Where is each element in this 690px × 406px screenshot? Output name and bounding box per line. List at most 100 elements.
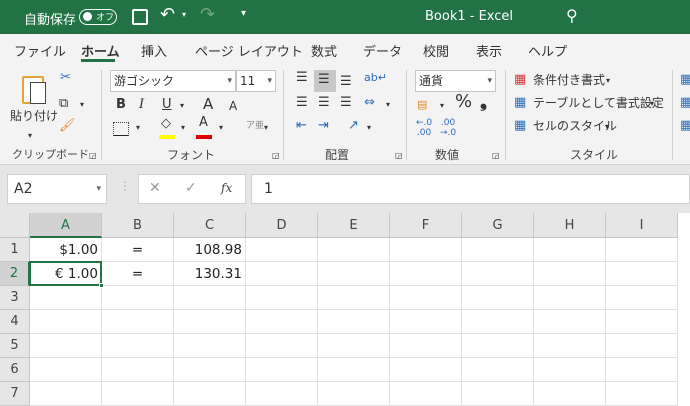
number-format-dropdown[interactable]: 通貨 ▾ xyxy=(415,70,496,92)
fill-color-icon[interactable]: ◇ xyxy=(161,114,171,134)
font-size-dropdown[interactable]: 11 ▾ xyxy=(236,70,276,92)
bold-button[interactable]: B xyxy=(116,95,126,115)
cell-B2[interactable]: = xyxy=(102,262,174,286)
merge-dropdown-icon[interactable]: ▾ xyxy=(386,95,390,115)
cell-A2[interactable]: € 1.00 xyxy=(30,262,102,286)
tab-page-layout[interactable]: ページ レイアウト xyxy=(195,41,303,60)
align-left-icon[interactable]: ☰ xyxy=(296,93,308,113)
tab-help[interactable]: ヘルプ xyxy=(528,41,567,60)
align-middle-icon[interactable]: ☰ xyxy=(318,70,330,90)
undo-dropdown-icon[interactable]: ▾ xyxy=(182,10,186,19)
cell-C1[interactable]: 108.98 xyxy=(174,238,246,262)
cell-C4[interactable] xyxy=(174,310,246,334)
alignment-launcher-icon[interactable]: ◲ xyxy=(395,146,403,166)
accounting-dropdown-icon[interactable]: ▾ xyxy=(440,96,444,116)
font-color-icon[interactable]: A xyxy=(199,113,208,133)
phonetic-icon[interactable]: ア亜 xyxy=(246,116,264,136)
cell-D1[interactable] xyxy=(246,238,318,262)
format-cells-icon[interactable]: ▦ xyxy=(680,116,690,136)
cell-B3[interactable] xyxy=(102,286,174,310)
font-name-dropdown[interactable]: 游ゴシック ▾ xyxy=(110,70,236,92)
column-header-D[interactable]: D xyxy=(246,213,318,238)
increase-decimal-icon[interactable]: ←.0.00 xyxy=(416,118,432,138)
cell-G6[interactable] xyxy=(462,358,534,382)
cell-E5[interactable] xyxy=(318,334,390,358)
formula-input[interactable]: 1 xyxy=(251,174,690,204)
row-header-1[interactable]: 1 xyxy=(0,238,30,262)
cancel-icon[interactable]: ✕ xyxy=(149,180,161,196)
copy-dropdown-icon[interactable]: ▾ xyxy=(80,95,84,115)
column-header-I[interactable]: I xyxy=(606,213,678,238)
cell-C3[interactable] xyxy=(174,286,246,310)
cell-D5[interactable] xyxy=(246,334,318,358)
tab-view[interactable]: 表示 xyxy=(476,41,502,60)
cell-F4[interactable] xyxy=(390,310,462,334)
wrap-text-icon[interactable]: ab↵ xyxy=(364,68,387,88)
cell-A6[interactable] xyxy=(30,358,102,382)
row-header-7[interactable]: 7 xyxy=(0,382,30,406)
shrink-font-button[interactable]: A xyxy=(229,96,237,116)
column-header-E[interactable]: E xyxy=(318,213,390,238)
cell-C5[interactable] xyxy=(174,334,246,358)
delete-cells-icon[interactable]: ▦ xyxy=(680,93,690,113)
cell-C2[interactable]: 130.31 xyxy=(174,262,246,286)
column-header-G[interactable]: G xyxy=(462,213,534,238)
cell-D6[interactable] xyxy=(246,358,318,382)
cell-B1[interactable]: = xyxy=(102,238,174,262)
cell-D7[interactable] xyxy=(246,382,318,406)
cell-E7[interactable] xyxy=(318,382,390,406)
cell-H6[interactable] xyxy=(534,358,606,382)
cell-G2[interactable] xyxy=(462,262,534,286)
cell-E6[interactable] xyxy=(318,358,390,382)
cell-D4[interactable] xyxy=(246,310,318,334)
cell-E2[interactable] xyxy=(318,262,390,286)
search-icon[interactable]: ⚲ xyxy=(566,6,578,25)
row-header-4[interactable]: 4 xyxy=(0,310,30,334)
cell-E4[interactable] xyxy=(318,310,390,334)
cell-I1[interactable] xyxy=(606,238,678,262)
cell-A1[interactable]: $1.00 xyxy=(30,238,102,262)
cell-A7[interactable] xyxy=(30,382,102,406)
decrease-decimal-icon[interactable]: .00 →.0 xyxy=(440,118,456,138)
align-bottom-icon[interactable]: ☰ xyxy=(340,72,352,92)
column-header-F[interactable]: F xyxy=(390,213,462,238)
cell-A4[interactable] xyxy=(30,310,102,334)
copy-icon[interactable]: ⧉ xyxy=(59,94,68,114)
cell-E1[interactable] xyxy=(318,238,390,262)
column-header-B[interactable]: B xyxy=(102,213,174,238)
cell-C6[interactable] xyxy=(174,358,246,382)
accounting-format-icon[interactable]: ▤ xyxy=(417,95,427,115)
cell-I2[interactable] xyxy=(606,262,678,286)
number-launcher-icon[interactable]: ◲ xyxy=(492,146,500,166)
tab-formulas[interactable]: 数式 xyxy=(311,41,337,60)
paste-button[interactable]: 貼り付け xyxy=(10,106,58,126)
cut-icon[interactable]: ✂ xyxy=(60,68,71,88)
cell-G1[interactable] xyxy=(462,238,534,262)
phonetic-dropdown-icon[interactable]: ▾ xyxy=(264,118,268,138)
orientation-icon[interactable]: ↗ xyxy=(348,116,359,136)
italic-button[interactable]: I xyxy=(139,95,144,115)
cell-F5[interactable] xyxy=(390,334,462,358)
insert-function-button[interactable]: fx xyxy=(221,181,232,195)
cell-A3[interactable] xyxy=(30,286,102,310)
cell-B6[interactable] xyxy=(102,358,174,382)
comma-button[interactable]: ❟ xyxy=(480,92,487,112)
cell-H1[interactable] xyxy=(534,238,606,262)
enter-icon[interactable]: ✓ xyxy=(185,180,197,196)
cell-G5[interactable] xyxy=(462,334,534,358)
cell-G4[interactable] xyxy=(462,310,534,334)
cell-F2[interactable] xyxy=(390,262,462,286)
tab-home[interactable]: ホーム xyxy=(81,41,120,60)
borders-icon[interactable] xyxy=(113,122,129,136)
cell-H3[interactable] xyxy=(534,286,606,310)
grow-font-button[interactable]: A xyxy=(203,94,213,114)
paste-dropdown-icon[interactable]: ▾ xyxy=(28,126,32,146)
underline-dropdown-icon[interactable]: ▾ xyxy=(180,96,184,116)
align-center-icon[interactable]: ☰ xyxy=(318,93,330,113)
cell-C7[interactable] xyxy=(174,382,246,406)
row-header-6[interactable]: 6 xyxy=(0,358,30,382)
align-top-icon[interactable]: ☰ xyxy=(296,68,308,88)
font-launcher-icon[interactable]: ◲ xyxy=(272,146,280,166)
cell-H5[interactable] xyxy=(534,334,606,358)
font-color-dropdown-icon[interactable]: ▾ xyxy=(219,118,223,138)
